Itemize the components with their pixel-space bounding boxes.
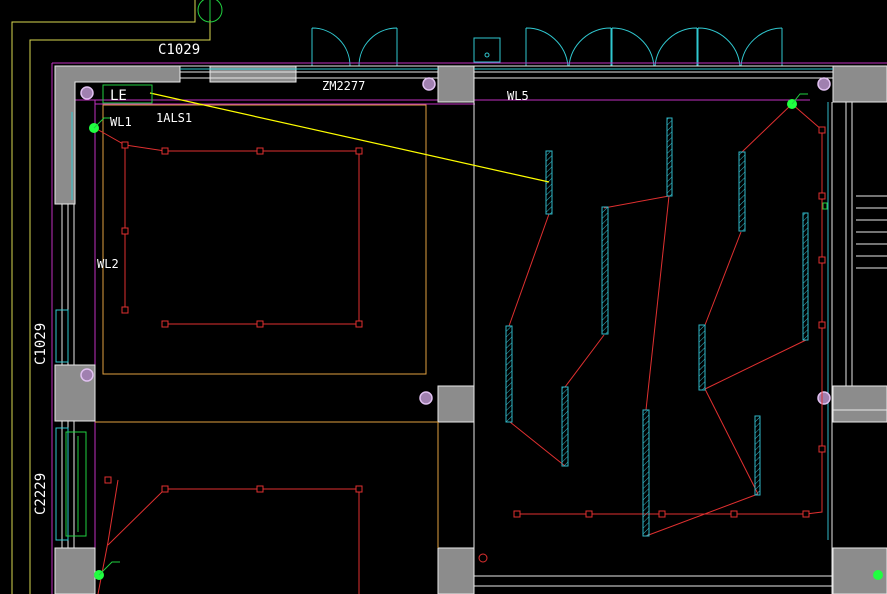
label-window-top: C1029 — [158, 42, 200, 58]
label-panel-tag: LE — [110, 88, 127, 104]
room-walls-white — [473, 102, 887, 594]
label-panel-name: 1ALS1 — [156, 111, 192, 125]
stair-lines — [856, 195, 887, 269]
top-openings — [311, 27, 783, 67]
light-fixture — [601, 206, 609, 335]
light-fixture — [802, 212, 809, 341]
label-window-left-2: C2229 — [33, 473, 49, 515]
light-fixture — [561, 386, 569, 467]
wiring-nodes-left — [104, 141, 363, 493]
label-circuit-wl5: WL5 — [507, 89, 529, 103]
light-fixture — [666, 117, 673, 197]
light-fixture — [642, 409, 650, 537]
light-fixture — [698, 324, 706, 391]
light-fixtures — [505, 117, 809, 537]
room-outlines — [95, 104, 439, 548]
light-fixture — [738, 151, 746, 232]
walls — [54, 65, 887, 594]
wiring-right-room — [508, 103, 823, 537]
label-circuit-wl2: WL2 — [97, 257, 119, 271]
light-fixture — [754, 415, 761, 496]
leader-line — [149, 92, 550, 183]
light-fixture — [545, 150, 553, 215]
floor-plan-svg: C1029 ZM2277 LE 1ALS1 WL1 WL2 WL5 C1029 … — [11, 0, 887, 594]
light-fixture — [505, 325, 513, 423]
label-door-top: ZM2277 — [322, 79, 365, 93]
left-window-green — [65, 431, 87, 537]
cad-drawing-canvas[interactable]: C1029 ZM2277 LE 1ALS1 WL1 WL2 WL5 C1029 … — [0, 0, 887, 594]
label-circuit-wl1: WL1 — [110, 115, 132, 129]
label-window-left-1: C1029 — [33, 323, 49, 365]
columns — [80, 77, 831, 405]
junction-dots — [89, 99, 883, 580]
wiring-left-room — [94, 127, 360, 594]
red-marker — [478, 553, 488, 563]
